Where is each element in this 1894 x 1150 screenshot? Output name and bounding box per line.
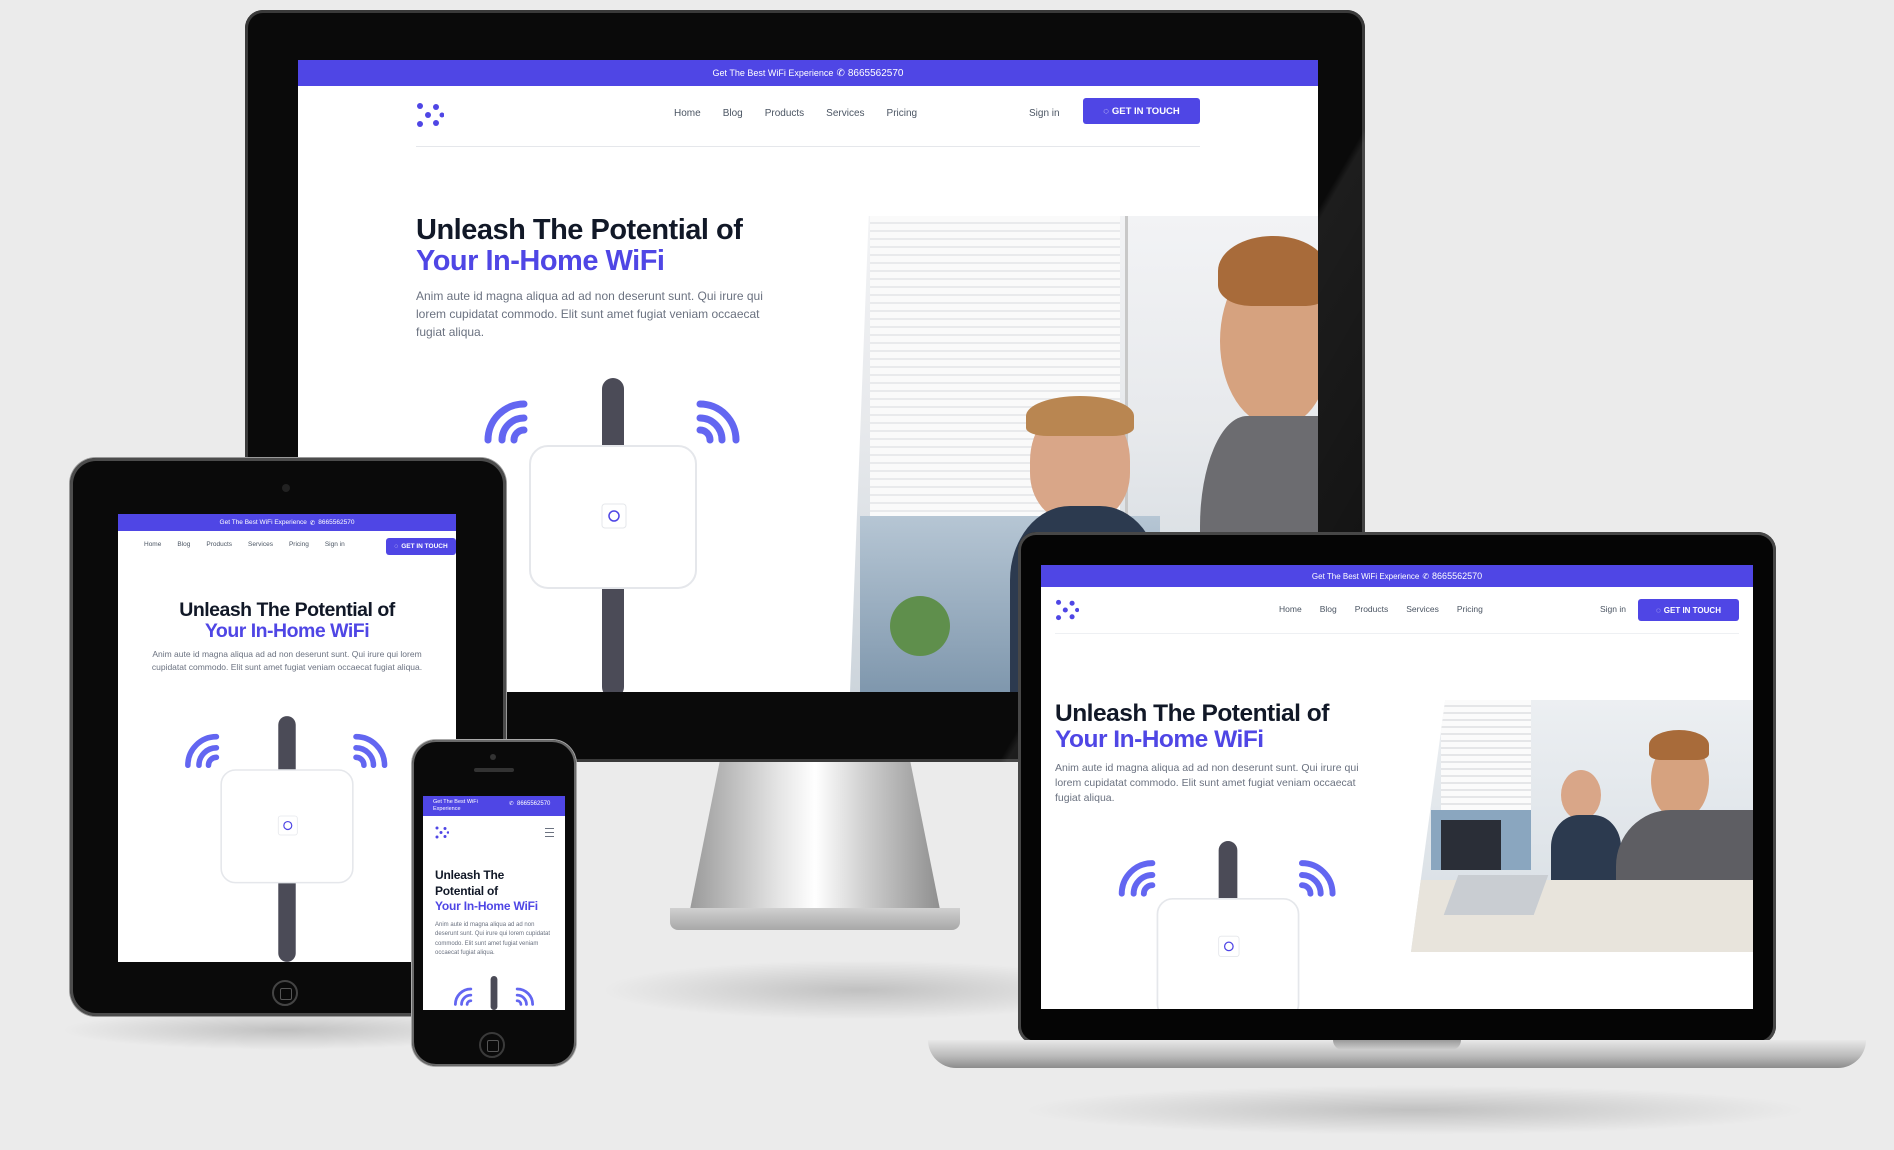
nav-services[interactable]: Services — [826, 108, 864, 119]
phone-icon: ✆ — [309, 519, 316, 527]
hero-title-line2: Your In-Home WiFi — [416, 245, 665, 277]
signin-link[interactable]: Sign in — [1600, 604, 1626, 614]
speaker — [474, 768, 514, 772]
nav-products[interactable]: Products — [765, 108, 804, 119]
hero: Unleash The Potential of Your In-Home Wi… — [1055, 700, 1359, 805]
nav-services[interactable]: Services — [1406, 604, 1439, 614]
hero: Unleash The Potential of Your In-Home Wi… — [435, 868, 551, 956]
nav-pricing[interactable]: Pricing — [289, 541, 309, 548]
phone-screen: Get The Best WiFi Experience ✆ 866556257… — [423, 796, 565, 1010]
monitor-stand — [670, 760, 960, 940]
phone-number[interactable]: 8665562570 — [848, 68, 904, 79]
nav-products[interactable]: Products — [206, 541, 232, 548]
navbar: Home Blog Products Services Pricing Sign… — [1055, 587, 1739, 634]
tablet-screen: Get The Best WiFi Experience ✆ 866556257… — [118, 514, 456, 962]
topbar: Get The Best WiFi Experience ✆ 866556257… — [118, 514, 456, 531]
hero-photo — [1411, 700, 1753, 952]
nav-blog[interactable]: Blog — [1320, 604, 1337, 614]
signin-link[interactable]: Sign in — [1029, 108, 1060, 119]
signin-link[interactable]: Sign in — [325, 541, 345, 548]
nav-home[interactable]: Home — [674, 108, 701, 119]
topbar: Get The Best WiFi Experience ✆ 866556257… — [298, 60, 1318, 86]
phone-icon: ✆ — [836, 67, 845, 79]
router-illustration — [172, 716, 402, 962]
topbar-text: Get The Best WiFi Experience — [712, 68, 834, 78]
chat-icon: ◌ — [394, 543, 399, 550]
get-in-touch-button[interactable]: ◌ GET IN TOUCH — [1083, 98, 1200, 124]
topbar: Get The Best WiFi Experience ✆ 866556257… — [423, 796, 565, 816]
home-button[interactable] — [272, 980, 298, 1006]
hero-title-line1: Unleash The Potential of — [416, 214, 743, 246]
phone-icon: ✆ — [1422, 571, 1430, 581]
router-illustration — [1103, 841, 1353, 1009]
navbar: Home Blog Products Services Pricing Sign… — [124, 531, 456, 561]
nav-home[interactable]: Home — [144, 541, 161, 548]
navbar: Home Blog Products Services Pricing Sign… — [416, 86, 1200, 147]
wifi-icon — [484, 400, 528, 444]
get-in-touch-button[interactable]: ◌ GET IN TOUCH — [1638, 599, 1739, 621]
nav-pricing[interactable]: Pricing — [1457, 604, 1483, 614]
get-in-touch-button[interactable]: ◌ GET IN TOUCH — [386, 538, 456, 555]
nav-blog[interactable]: Blog — [723, 108, 743, 119]
nav-blog[interactable]: Blog — [177, 541, 190, 548]
chat-icon: ◌ — [1656, 605, 1661, 615]
logo-icon[interactable] — [1055, 599, 1079, 621]
router-illustration — [468, 378, 758, 692]
laptop-screen: Get The Best WiFi Experience ✆ 866556257… — [1041, 565, 1753, 1009]
hero-paragraph: Anim aute id magna aliqua ad ad non dese… — [416, 289, 763, 339]
home-button[interactable] — [479, 1032, 505, 1058]
router-illustration — [449, 976, 539, 1010]
chat-icon: ◌ — [1103, 105, 1109, 117]
nav-products[interactable]: Products — [1355, 604, 1389, 614]
logo-icon[interactable] — [416, 102, 444, 128]
phone-camera — [490, 754, 496, 760]
tablet-camera — [282, 484, 290, 492]
nav-pricing[interactable]: Pricing — [887, 108, 918, 119]
nav-home[interactable]: Home — [1279, 604, 1302, 614]
logo-icon[interactable] — [435, 826, 449, 839]
hero: Unleash The Potential of Your In-Home Wi… — [416, 215, 796, 341]
hero: Unleash The Potential of Your In-Home Wi… — [151, 599, 423, 672]
phone-icon: ✆ — [509, 801, 514, 807]
hamburger-icon[interactable] — [545, 828, 554, 837]
nav-services[interactable]: Services — [248, 541, 273, 548]
topbar: Get The Best WiFi Experience ✆ 866556257… — [1041, 565, 1753, 587]
laptop-base — [928, 1040, 1866, 1068]
